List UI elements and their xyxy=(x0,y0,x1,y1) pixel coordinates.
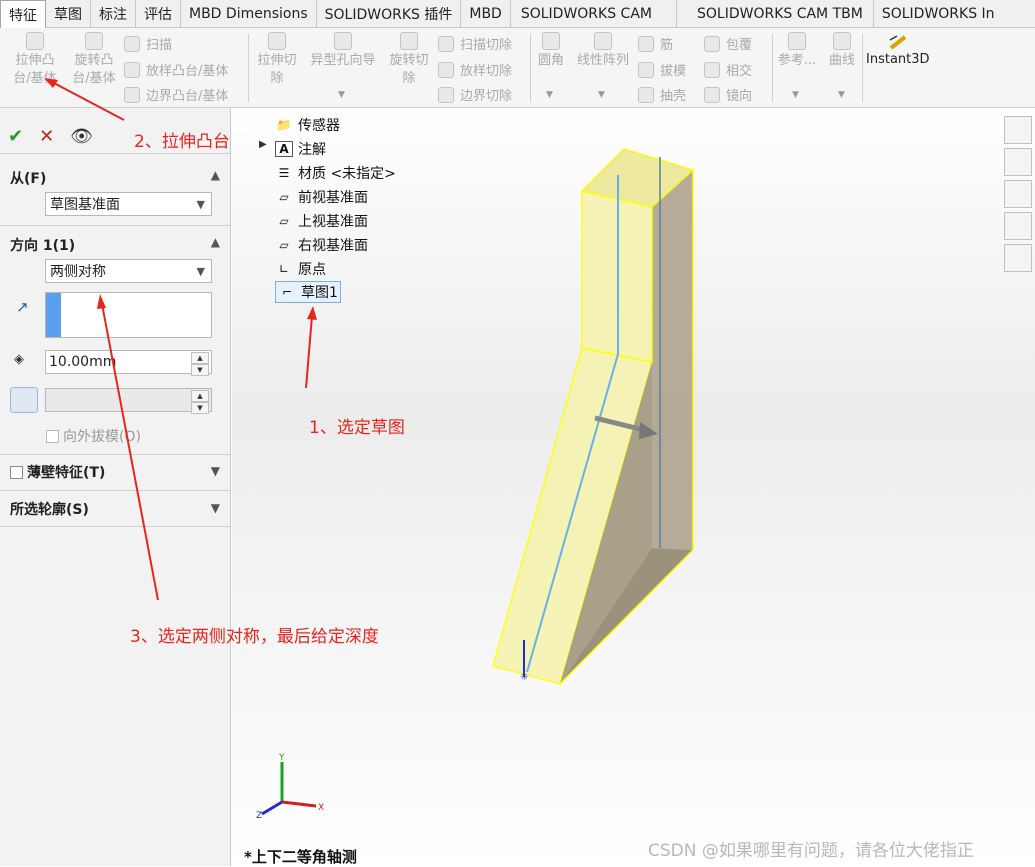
annotation-step1: 1、选定草图 xyxy=(309,418,405,438)
sensor-icon: 📁 xyxy=(276,118,292,132)
svg-text:Y: Y xyxy=(278,753,285,763)
tree-item-sensors[interactable]: 📁 传感器 xyxy=(275,115,340,135)
file-explorer-icon[interactable] xyxy=(1004,180,1032,208)
origin-icon: ∟ xyxy=(278,262,290,276)
tree-item-label: 右视基准面 xyxy=(298,238,368,254)
svg-text:✳: ✳ xyxy=(520,672,528,683)
sketch-icon: ⌐ xyxy=(281,285,293,299)
tree-item-label: 材质 <未指定> xyxy=(298,166,396,182)
tree-item-label: 原点 xyxy=(298,262,326,278)
design-library-icon[interactable] xyxy=(1004,148,1032,176)
tree-item-label: 传感器 xyxy=(298,118,340,134)
annotation-step2: 2、拉伸凸台 xyxy=(134,132,230,152)
view-triad-icon: Y X Z xyxy=(256,753,324,820)
tree-item-right-plane[interactable]: ▱ 右视基准面 xyxy=(275,235,368,255)
tree-item-label: 上视基准面 xyxy=(298,214,368,230)
tree-item-label: 注解 xyxy=(298,142,326,158)
tree-item-sketch1[interactable]: ⌐ 草图1 xyxy=(275,281,341,303)
material-icon: ☰ xyxy=(278,166,290,180)
tree-item-origin[interactable]: ∟ 原点 xyxy=(275,259,326,279)
plane-icon: ▱ xyxy=(279,238,289,252)
appearances-icon[interactable] xyxy=(1004,244,1032,272)
view-orientation-label: *上下二等角轴测 xyxy=(244,848,357,866)
view-palette-icon[interactable] xyxy=(1004,212,1032,240)
tree-item-front-plane[interactable]: ▱ 前视基准面 xyxy=(275,187,368,207)
tree-item-label: 前视基准面 xyxy=(298,190,368,206)
tree-item-label: 草图1 xyxy=(301,285,338,301)
svg-text:X: X xyxy=(318,803,324,813)
tree-item-top-plane[interactable]: ▱ 上视基准面 xyxy=(275,211,368,231)
plane-icon: ▱ xyxy=(279,214,289,228)
watermark: CSDN @如果哪里有问题，请各位大佬指正 xyxy=(648,841,974,861)
plane-icon: ▱ xyxy=(279,190,289,204)
tree-item-annotations[interactable]: A 注解 xyxy=(275,139,326,159)
expand-arrow-icon[interactable]: ▶ xyxy=(259,139,267,150)
annotation-icon: A xyxy=(275,141,293,157)
parts-library-icon[interactable] xyxy=(1004,116,1032,144)
annotation-step3: 3、选定两侧对称，最后给定深度 xyxy=(130,627,379,647)
svg-text:Z: Z xyxy=(256,811,262,820)
tree-item-material[interactable]: ☰ 材质 <未指定> xyxy=(275,163,396,183)
